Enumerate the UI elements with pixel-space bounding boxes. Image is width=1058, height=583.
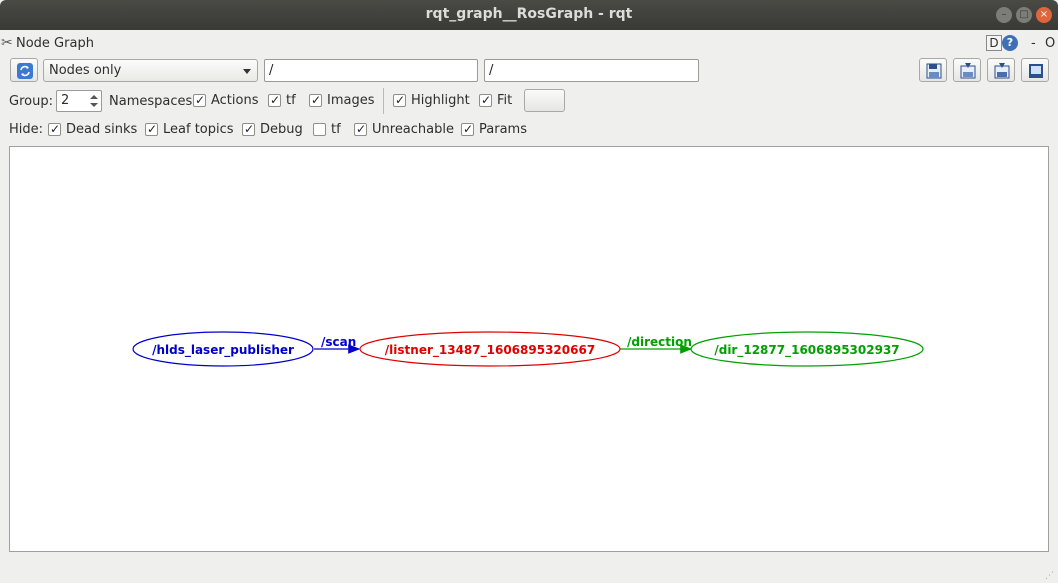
close-window-icon[interactable]: ×: [1036, 7, 1052, 23]
tools-icon: ✂: [1, 35, 13, 51]
save-dot-icon: [960, 63, 976, 79]
tf-checkbox[interactable]: ✓: [268, 93, 281, 107]
minimize-plugin-button[interactable]: -: [1031, 36, 1036, 51]
tf-label: tf: [286, 93, 296, 108]
actions-label: Actions: [211, 93, 259, 108]
dead-sinks-checkbox[interactable]: ✓: [48, 122, 61, 136]
fit-checkbox[interactable]: ✓: [479, 93, 492, 107]
check-icon: ✓: [463, 122, 474, 136]
group-value: 2: [61, 93, 70, 108]
hide-label: Hide:: [9, 122, 44, 137]
spin-up-icon[interactable]: [90, 95, 98, 99]
highlight-label: Highlight: [411, 93, 470, 108]
save-svg-icon: [994, 63, 1010, 79]
check-icon: ✓: [195, 93, 206, 107]
minimize-window-icon[interactable]: –: [996, 7, 1012, 23]
check-icon: ✓: [356, 122, 367, 136]
check-icon: ✓: [395, 93, 406, 107]
debug-checkbox[interactable]: ✓: [242, 122, 255, 136]
ros-graph[interactable]: /scan /direction /hlds_laser_publisher /…: [10, 147, 1048, 551]
dock-d-button[interactable]: D: [986, 35, 1002, 51]
node-label-dir: /dir_12877_1606895302937: [714, 343, 899, 358]
separator: [383, 88, 384, 114]
check-icon: ✓: [481, 93, 492, 107]
namespaces-label: Namespaces: [109, 94, 193, 109]
help-icon[interactable]: ?: [1002, 35, 1018, 51]
include-filter-input[interactable]: [264, 59, 478, 82]
graph-canvas[interactable]: /scan /direction /hlds_laser_publisher /…: [9, 146, 1049, 552]
spin-down-icon[interactable]: [90, 103, 98, 107]
group-spinbox[interactable]: 2: [56, 90, 102, 112]
refresh-icon: [17, 63, 33, 79]
leaf-topics-label: Leaf topics: [163, 122, 234, 137]
node-label-listner: /listner_13487_1606895320667: [385, 343, 595, 358]
load-file-icon: [926, 63, 942, 79]
window-titlebar: rqt_graph__RosGraph - rqt – □ ×: [0, 0, 1058, 30]
images-checkbox[interactable]: ✓: [309, 93, 322, 107]
images-label: Images: [327, 93, 375, 108]
save-svg-button[interactable]: [987, 58, 1015, 82]
save-dot-button[interactable]: [953, 58, 981, 82]
chevron-down-icon: [243, 69, 251, 74]
node-label-hlds-laser-publisher: /hlds_laser_publisher: [152, 343, 294, 358]
save-image-button[interactable]: [1021, 58, 1049, 82]
check-icon: ✓: [50, 122, 61, 136]
group-label: Group:: [9, 94, 53, 109]
maximize-window-icon[interactable]: □: [1016, 7, 1032, 23]
actions-checkbox[interactable]: ✓: [193, 93, 206, 107]
leaf-topics-checkbox[interactable]: ✓: [145, 122, 158, 136]
dead-sinks-label: Dead sinks: [66, 122, 138, 137]
graph-type-dropdown[interactable]: Nodes only: [43, 59, 258, 82]
graph-type-value: Nodes only: [49, 63, 122, 78]
image-icon: [1029, 64, 1043, 78]
plugin-header: ✂ Node Graph D ? - O: [0, 34, 1058, 54]
unreachable-label: Unreachable: [372, 122, 454, 137]
exclude-filter-input[interactable]: [484, 59, 699, 82]
plugin-title: Node Graph: [16, 36, 94, 51]
params-label: Params: [479, 122, 527, 137]
resize-grip-icon[interactable]: ⋰: [1045, 571, 1054, 581]
hide-tf-label: tf: [331, 122, 341, 137]
highlight-checkbox[interactable]: ✓: [393, 93, 406, 107]
fit-in-view-button[interactable]: [524, 89, 565, 112]
params-checkbox[interactable]: ✓: [461, 122, 474, 136]
check-icon: ✓: [270, 93, 281, 107]
fit-label: Fit: [497, 93, 513, 108]
debug-label: Debug: [260, 122, 303, 137]
edge-label-scan: /scan: [321, 335, 356, 349]
edge-label-direction: /direction: [627, 335, 692, 349]
options-plugin-button[interactable]: O: [1045, 36, 1055, 51]
check-icon: ✓: [147, 122, 158, 136]
load-dot-button[interactable]: [919, 58, 947, 82]
hide-tf-checkbox[interactable]: [313, 123, 326, 136]
window-title: rqt_graph__RosGraph - rqt: [425, 6, 633, 22]
unreachable-checkbox[interactable]: ✓: [354, 122, 367, 136]
refresh-button[interactable]: [10, 58, 38, 82]
check-icon: ✓: [311, 93, 322, 107]
check-icon: ✓: [244, 122, 255, 136]
